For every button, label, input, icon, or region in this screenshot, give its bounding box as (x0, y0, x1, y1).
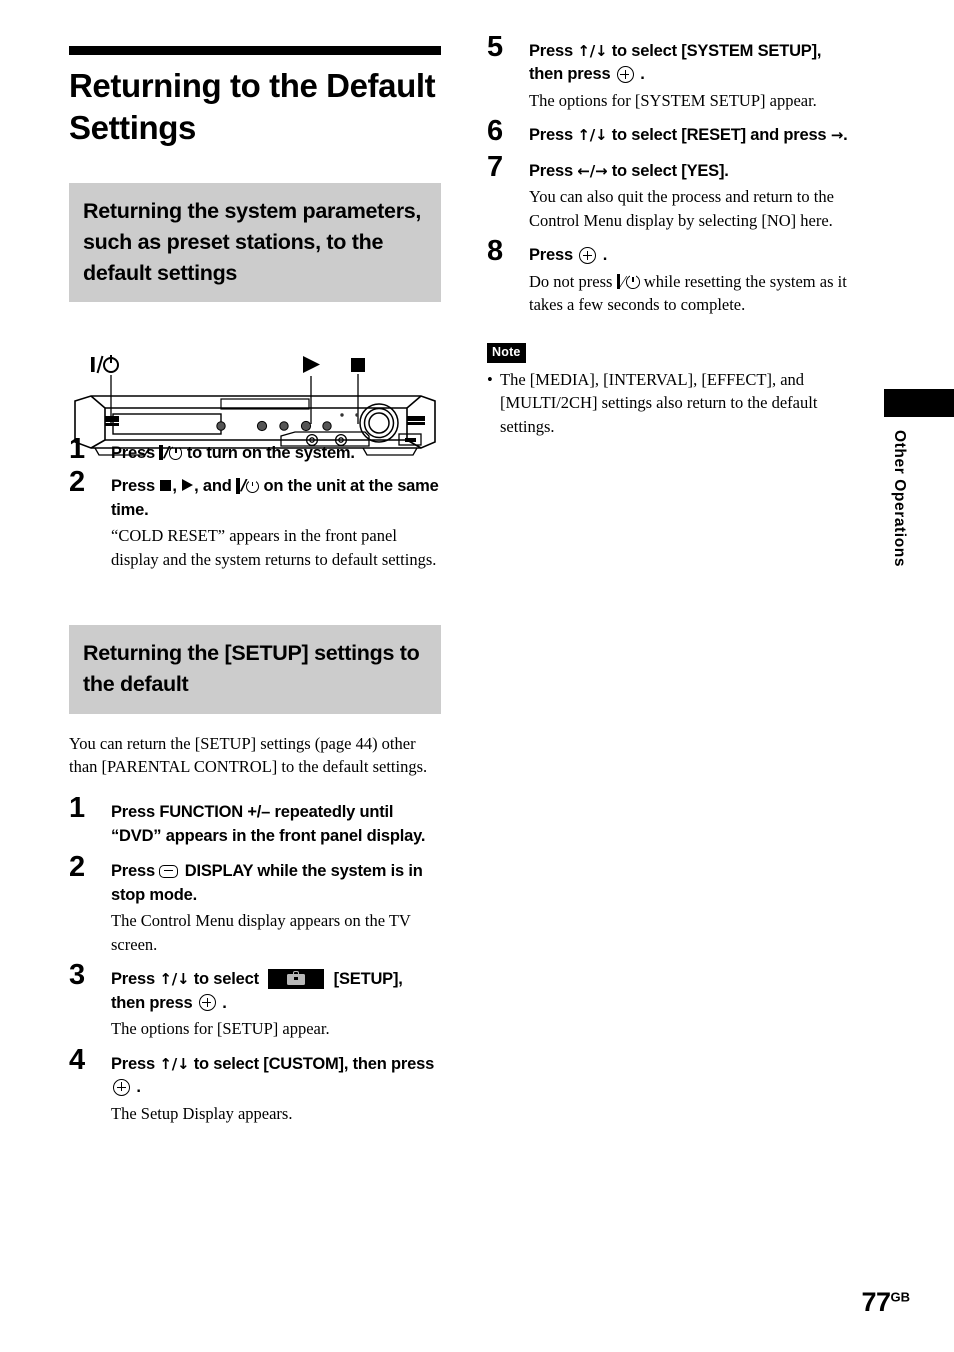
note-block: Note The [MEDIA], [INTERVAL], [EFFECT], … (487, 343, 859, 439)
step-number: 2 (69, 851, 86, 884)
up-down-arrows-icon: ↑/↓ (577, 42, 608, 60)
stop-icon (160, 480, 172, 492)
step-body: “COLD RESET” appears in the front panel … (111, 526, 437, 569)
step-text-part: Press (529, 42, 578, 60)
power-standby-icon: / (236, 475, 260, 498)
left-right-arrows-icon: ←/→ (577, 161, 608, 180)
note-item: The [MEDIA], [INTERVAL], [EFFECT], and [… (487, 368, 859, 439)
power-standby-icon: / (616, 270, 640, 294)
step-text-part: , (172, 477, 182, 496)
step-text-part: . (843, 126, 848, 145)
note-tag: Note (487, 343, 526, 363)
step-item: 6 Press ↑/↓ to select [RESET] and press … (487, 117, 859, 147)
step-body-prefix: Do not press (529, 271, 617, 291)
play-icon (182, 479, 194, 492)
up-down-arrows-icon: ↑/↓ (159, 970, 190, 989)
step-item: 8 Press . Do not press / while resetting… (487, 237, 859, 317)
step-body: The options for [SETUP] appear. (111, 1019, 330, 1039)
up-down-arrows-icon: ↑/↓ (577, 126, 608, 145)
step-body: The options for [SYSTEM SETUP] appear. (529, 90, 817, 110)
step-number: 3 (69, 959, 86, 992)
step-number: 8 (487, 235, 504, 268)
step-number: 6 (487, 115, 504, 148)
step-text-part: Press (529, 126, 578, 145)
section-heading-system-parameters: Returning the system parameters, such as… (69, 183, 441, 303)
step-text-part: , and (194, 477, 237, 496)
page-title: Returning to the Default Settings (69, 67, 436, 147)
step-item: 4 Press ↑/↓ to select [CUSTOM], then pre… (69, 1045, 441, 1125)
page-number-suffix: GB (890, 1289, 911, 1305)
step-text-part: . (635, 65, 645, 84)
title-rule (69, 46, 441, 55)
step-body: The Setup Display appears. (111, 1103, 293, 1123)
step-item: 5 Press ↑/↓ to select [SYSTEM SETUP], th… (487, 33, 859, 112)
section-intro-paragraph: You can return the [SETUP] settings (pag… (69, 733, 428, 777)
step-heading: Press ←/→ to select [YES]. (529, 160, 859, 183)
setup-toolbox-icon (268, 968, 325, 989)
right-column: 5 Press ↑/↓ to select [SYSTEM SETUP], th… (487, 33, 859, 439)
step-text-part: . (132, 1078, 141, 1097)
note-list: The [MEDIA], [INTERVAL], [EFFECT], and [… (487, 368, 859, 439)
step-text-part: . (217, 993, 227, 1012)
enter-icon (616, 66, 634, 84)
step-body: Do not press / while resetting the syste… (529, 270, 859, 317)
step-text-part: to select [CUSTOM], then press (189, 1054, 435, 1073)
step-number: 4 (69, 1043, 86, 1076)
step-text-part: Press (111, 477, 160, 496)
up-down-arrows-icon: ↑/↓ (159, 1054, 190, 1073)
step-heading: Press ↑/↓ to select [RESET] and press →. (529, 124, 859, 147)
step-heading: Press FUNCTION +/– repeatedly until “DVD… (111, 803, 426, 845)
step-text-part: to select (189, 970, 264, 989)
step-item: 2 Press DISPLAY while the system is in s… (69, 853, 441, 956)
step-body: The Control Menu display appears on the … (111, 911, 411, 954)
section-tab-marker (884, 389, 954, 417)
step-text-part: . (598, 246, 608, 265)
step-text-part: Press (529, 161, 578, 180)
step-item: 2 Press , , and / on the unit at the sam… (69, 468, 441, 571)
page-number: 77GB (861, 1287, 910, 1318)
step-text-part: to select [YES]. (607, 161, 729, 180)
manual-page: Returning to the Default Settings Return… (0, 0, 954, 1352)
section-tab-label: Other Operations (891, 430, 908, 568)
step-number: 1 (69, 792, 86, 825)
front-panel-diagram (69, 352, 441, 467)
step-text-part: Press (111, 970, 160, 989)
step-heading: Press ↑/↓ to select [SETUP], then press … (111, 968, 441, 1015)
step-body: You can also quit the process and return… (529, 187, 834, 230)
step-text-part: Press (529, 246, 578, 265)
step-text-part: to select [RESET] and press (607, 126, 831, 145)
step-heading: Press DISPLAY while the system is in sto… (111, 860, 441, 907)
steps-section-2-right: 5 Press ↑/↓ to select [SYSTEM SETUP], th… (487, 33, 859, 317)
right-arrow-icon: → (830, 126, 844, 145)
step-item: 1 Press FUNCTION +/– repeatedly until “D… (69, 794, 441, 848)
step-number: 7 (487, 150, 504, 183)
enter-icon (579, 247, 597, 265)
step-text-part: Press (111, 1054, 160, 1073)
enter-icon (198, 994, 216, 1012)
page-number-value: 77 (861, 1287, 891, 1317)
step-heading: Press . (529, 244, 859, 267)
left-column: Returning to the Default Settings Return… (69, 46, 441, 1128)
step-text-prefix: Press (111, 862, 160, 881)
step-item: 7 Press ←/→ to select [YES]. You can als… (487, 152, 859, 233)
step-heading: Press , , and / on the unit at the same … (111, 475, 441, 522)
display-icon (159, 865, 179, 879)
enter-icon (113, 1078, 130, 1096)
steps-section-2-left: 1 Press FUNCTION +/– repeatedly until “D… (69, 794, 441, 1125)
step-heading: Press ↑/↓ to select [CUSTOM], then press… (111, 1053, 441, 1100)
step-heading: Press ↑/↓ to select [SYSTEM SETUP], then… (529, 40, 859, 87)
step-number: 5 (487, 31, 504, 63)
step-number: 2 (69, 466, 86, 499)
step-item: 3 Press ↑/↓ to select [SETUP], then pres… (69, 961, 441, 1040)
section-heading-setup-defaults: Returning the [SETUP] settings to the de… (69, 625, 441, 714)
